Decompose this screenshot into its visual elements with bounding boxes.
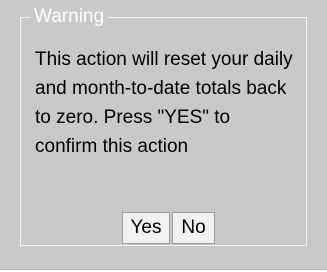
divider	[0, 269, 327, 270]
warning-legend: Warning	[30, 3, 109, 31]
yes-button[interactable]: Yes	[122, 212, 170, 244]
no-button[interactable]: No	[172, 212, 215, 244]
warning-panel: Warning This action will reset your dail…	[0, 0, 327, 269]
warning-message: This action will reset your daily and mo…	[35, 49, 293, 157]
